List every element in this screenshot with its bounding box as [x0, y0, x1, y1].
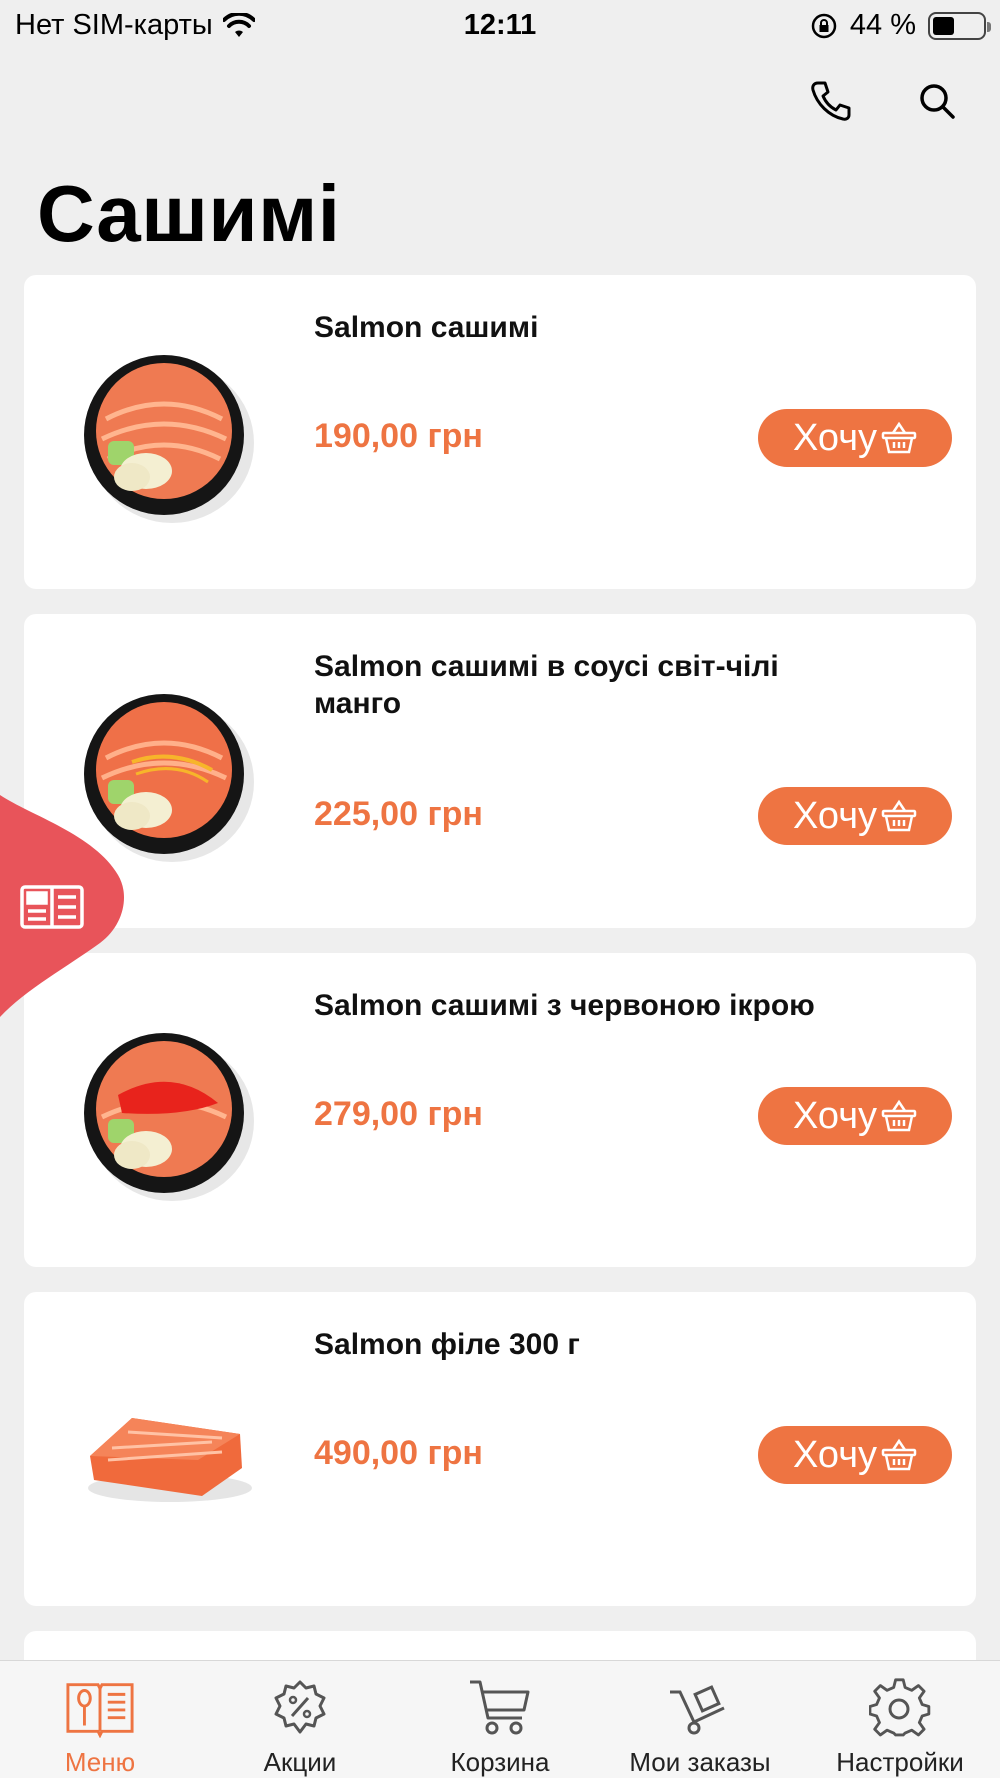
product-card[interactable]: Salmon філе 300 г 490,00 грн Хочу: [24, 1292, 976, 1606]
product-name: Salmon філе 300 г: [314, 1328, 580, 1361]
product-price: 490,00 грн: [314, 1434, 483, 1472]
orientation-lock-icon: [811, 13, 837, 38]
product-image: [84, 1033, 254, 1201]
nav-label: Корзина: [450, 1747, 550, 1777]
status-right: 44 %: [810, 9, 991, 42]
add-to-cart-button[interactable]: Хочу: [758, 409, 952, 467]
product-name: Salmon сашимі: [314, 311, 539, 344]
nav-item-menu[interactable]: Меню: [0, 1661, 200, 1778]
nav-item-settings[interactable]: Настройки: [800, 1661, 1000, 1778]
add-to-cart-button[interactable]: Хочу: [758, 1087, 952, 1145]
basket-icon: [881, 799, 917, 832]
basket-icon: [881, 421, 917, 454]
nav-label: Меню: [64, 1747, 136, 1777]
add-to-cart-label: Хочу: [792, 416, 877, 459]
product-name: Salmon сашимі в соусі світ-чілі манго: [314, 650, 779, 720]
search-button[interactable]: [914, 78, 960, 124]
nav-label: Настройки: [836, 1747, 964, 1777]
basket-icon: [881, 1099, 917, 1132]
menu-catalog-tab[interactable]: [0, 795, 124, 1017]
cart-icon: [470, 1680, 530, 1735]
add-to-cart-button[interactable]: Хочу: [758, 1426, 952, 1484]
product-price: 225,00 грн: [314, 795, 483, 833]
promo-gear-icon: [274, 1680, 326, 1734]
product-list: Salmon сашимі 190,00 грн Хочу Salmon саш…: [24, 275, 976, 1716]
top-actions: [808, 78, 960, 124]
product-image: [84, 355, 254, 523]
product-price: 190,00 грн: [314, 417, 483, 455]
add-to-cart-label: Хочу: [792, 794, 877, 837]
battery-percent: 44 %: [849, 9, 916, 41]
product-card[interactable]: Salmon сашимі в соусі світ-чілі манго 22…: [24, 614, 976, 928]
delivery-cart-icon: [670, 1685, 725, 1735]
product-image: [88, 1418, 252, 1502]
nav-label: Мои заказы: [629, 1747, 771, 1777]
product-card[interactable]: Salmon сашимі 190,00 грн Хочу: [24, 275, 976, 589]
nav-item-my-orders[interactable]: Мои заказы: [600, 1661, 800, 1778]
menu-book-icon: [66, 1683, 134, 1738]
product-card[interactable]: Salmon сашимі з червоною ікрою 279,00 гр…: [24, 953, 976, 1267]
page-title: Сашимі: [37, 169, 341, 258]
product-name: Salmon сашимі з червоною ікрою: [314, 989, 815, 1022]
add-to-cart-label: Хочу: [792, 1094, 877, 1137]
phone-button[interactable]: [808, 78, 854, 124]
battery-icon: [928, 11, 991, 40]
add-to-cart-label: Хочу: [792, 1433, 877, 1476]
add-to-cart-button[interactable]: Хочу: [758, 787, 952, 845]
status-bar: Нет SIM-карты 12:11 44 %: [0, 0, 1000, 52]
settings-gear-icon: [869, 1678, 931, 1737]
nav-item-cart[interactable]: Корзина: [400, 1661, 600, 1778]
nav-item-promotions[interactable]: Акции: [200, 1661, 400, 1778]
nav-label: Акции: [263, 1747, 337, 1777]
bottom-nav: Меню Акции Корзина Мои заказы Настройки: [0, 1660, 1000, 1778]
search-icon: [920, 84, 955, 119]
product-price: 279,00 грн: [314, 1095, 483, 1133]
basket-icon: [881, 1438, 917, 1471]
phone-icon: [811, 81, 851, 121]
